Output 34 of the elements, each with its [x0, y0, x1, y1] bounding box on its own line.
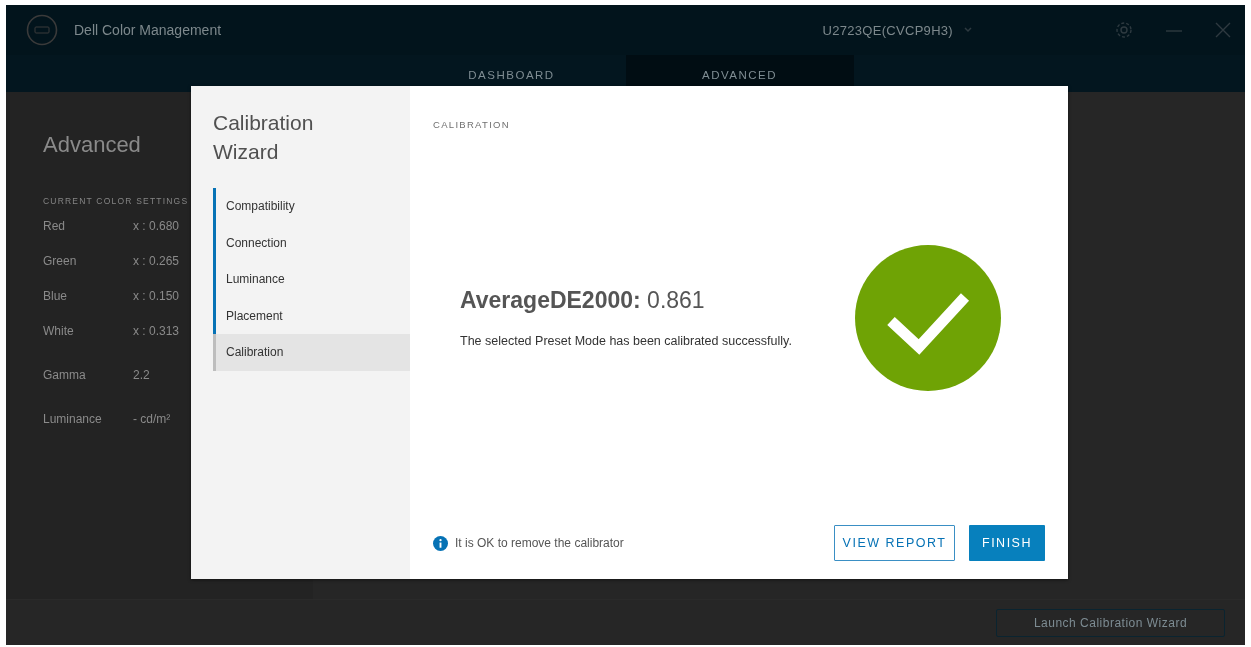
view-report-button[interactable]: VIEW REPORT: [834, 525, 955, 561]
info-note: It is OK to remove the calibrator: [455, 536, 624, 550]
close-icon[interactable]: [1215, 22, 1231, 38]
wizard-step[interactable]: Connection: [213, 224, 410, 261]
wizard-step[interactable]: Compatibility: [213, 188, 410, 225]
section-label: CALIBRATION: [433, 119, 511, 130]
section-label: CURRENT COLOR SETTINGS: [43, 196, 189, 206]
setting-value: 2.2: [133, 368, 150, 384]
finish-button[interactable]: FINISH: [969, 525, 1045, 561]
monitor-dropdown[interactable]: U2723QE(CVCP9H3): [816, 21, 979, 39]
setting-label: Green: [43, 254, 78, 270]
setting-label: Luminance: [43, 412, 103, 428]
success-message: The selected Preset Mode has been calibrated successfully.: [460, 334, 792, 348]
info-icon: [433, 535, 448, 551]
setting-value: x : 0.265: [133, 254, 180, 270]
settings-icon[interactable]: [1115, 21, 1133, 39]
window-title: Dell Color Management: [74, 22, 222, 38]
result-heading: AverageDE2000: 0.861: [460, 287, 706, 314]
page-title: Advanced: [43, 132, 141, 158]
setting-value: x : 0.680: [133, 219, 180, 235]
setting-value: x : 0.150: [133, 289, 180, 305]
setting-label: Red: [43, 219, 66, 235]
chevron-down-icon: [963, 27, 973, 33]
tab[interactable]: DASHBOARD: [397, 55, 626, 92]
setting-label: White: [43, 324, 75, 340]
wizard-step[interactable]: Luminance: [213, 261, 410, 298]
setting-label: Gamma: [43, 368, 87, 384]
wizard-step[interactable]: Calibration: [213, 334, 410, 371]
setting-label: Blue: [43, 289, 69, 305]
setting-value: - cd/m²: [133, 412, 171, 428]
dialog-title: Calibration Wizard: [213, 110, 315, 165]
setting-value: x : 0.313: [133, 324, 180, 340]
launch-wizard-button[interactable]: Launch Calibration Wizard: [996, 608, 1225, 637]
logo-icon: [26, 14, 58, 46]
